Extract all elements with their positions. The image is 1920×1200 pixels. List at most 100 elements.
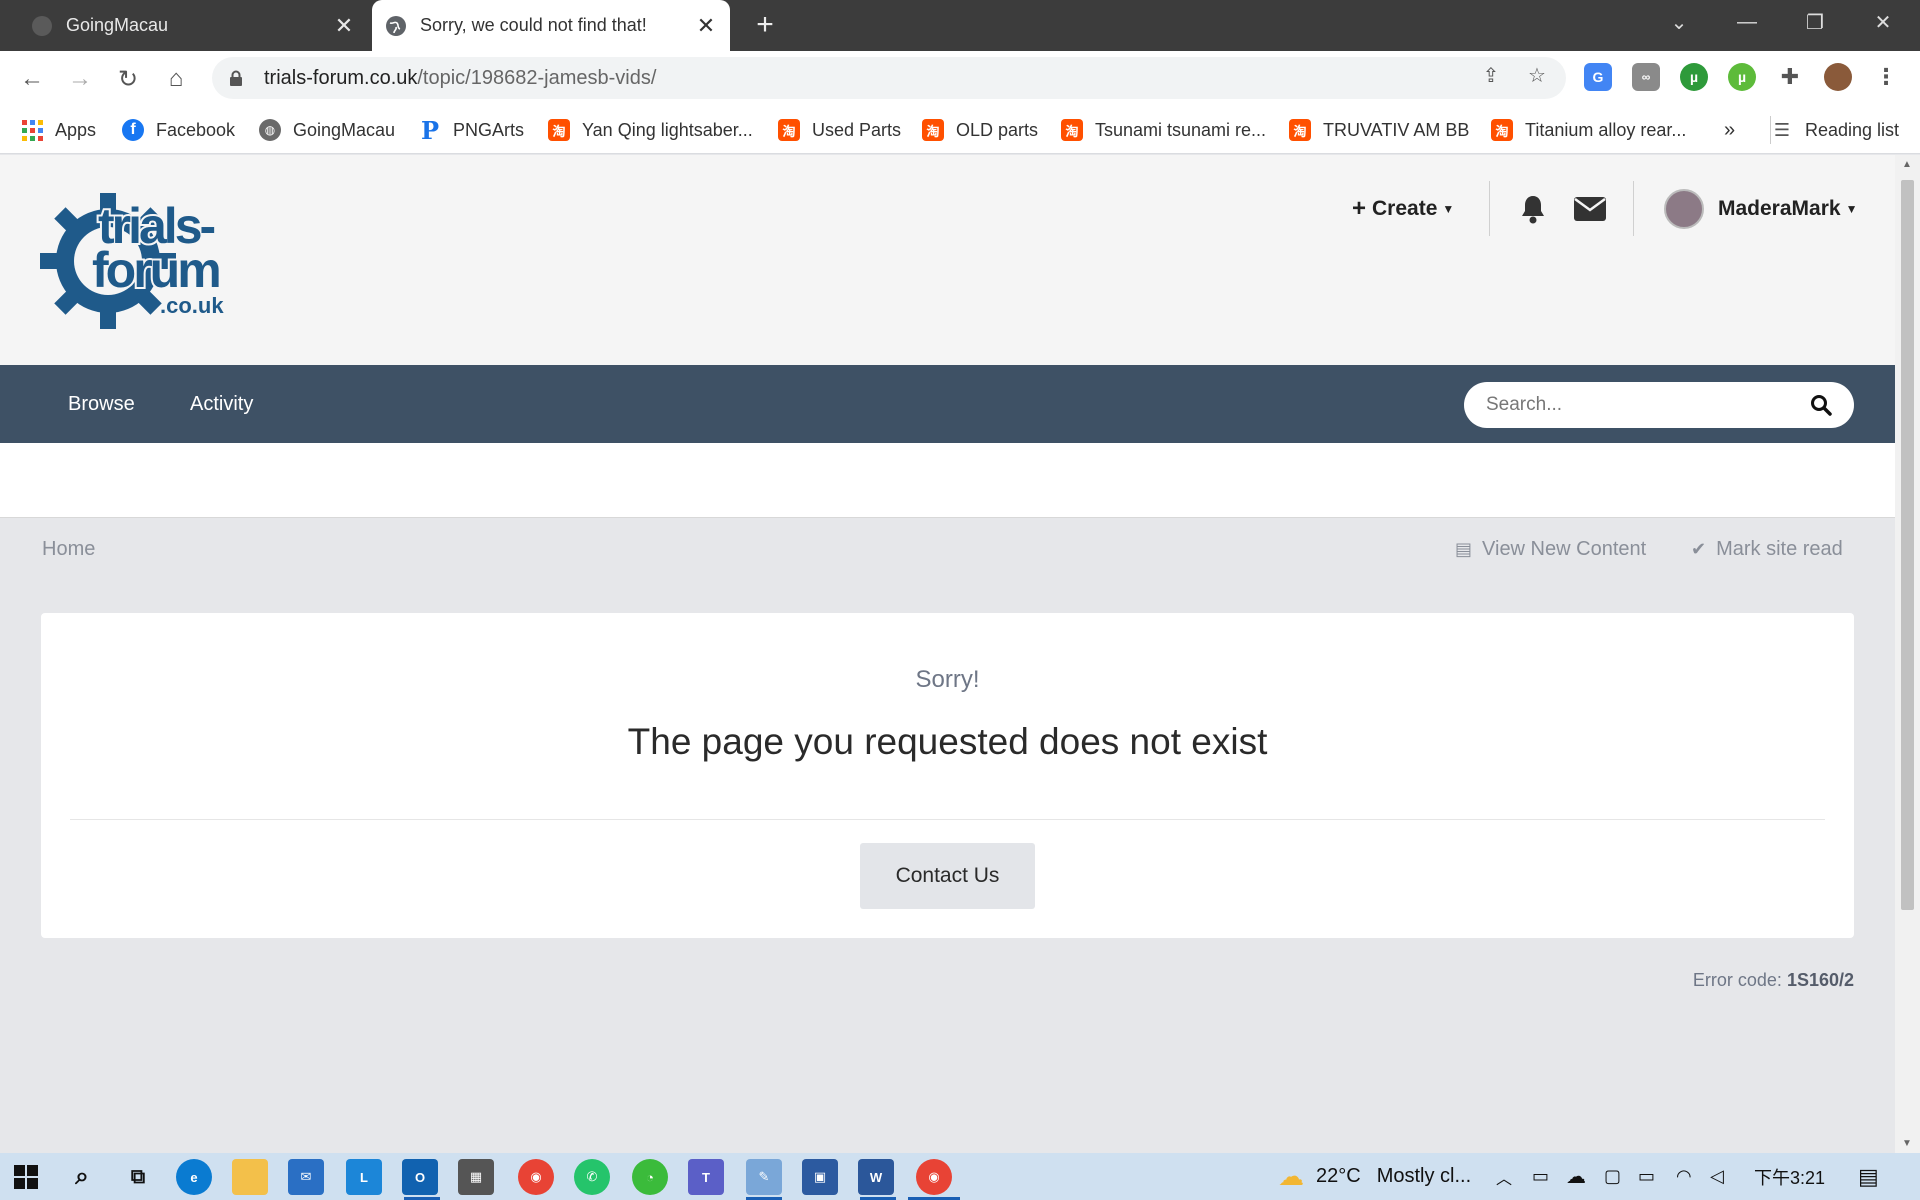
tab-title: Sorry, we could not find that! (420, 15, 647, 35)
logo-text-domain: .co.uk (160, 293, 224, 318)
bookmark-label: Titanium alloy rear... (1525, 119, 1687, 140)
caret-down-icon: ▼ (1442, 202, 1455, 216)
view-new-content-link[interactable]: ▤ View New Content (1455, 538, 1646, 561)
close-window-button[interactable]: ✕ (1856, 0, 1910, 44)
windows-start-icon[interactable] (8, 1159, 44, 1195)
volume-icon[interactable]: ◁ (1710, 1153, 1724, 1200)
breadcrumb-home[interactable]: Home (42, 538, 95, 561)
utorrent-extension-icon[interactable]: µ (1680, 63, 1708, 91)
bookmark-truvativ[interactable]: 淘 TRUVATIV AM BB (1289, 116, 1469, 144)
new-tab-button[interactable]: + (748, 8, 782, 42)
notifications-bell-icon[interactable] (1519, 189, 1547, 229)
site-logo[interactable]: trials- forum .co.uk (40, 193, 250, 329)
photos-icon[interactable]: ▣ (802, 1159, 838, 1195)
address-bar[interactable]: trials-forum.co.uk/topic/198682-jamesb-v… (212, 57, 1566, 99)
back-button[interactable]: ← (12, 59, 52, 99)
user-avatar (1664, 189, 1704, 229)
bookmark-label: Tsunami tsunami re... (1095, 119, 1267, 140)
weather-widget[interactable]: ☁ 22°C Mostly cl... (1278, 1153, 1471, 1200)
weather-temp: 22°C (1316, 1165, 1361, 1187)
bookmark-apps[interactable]: Apps (22, 116, 96, 144)
utorrent-web-extension-icon[interactable]: µ (1728, 63, 1756, 91)
edge-icon[interactable]: e (176, 1159, 212, 1195)
scroll-up-arrow-icon[interactable]: ▲ (1900, 159, 1914, 170)
messages-envelope-icon[interactable] (1574, 189, 1606, 229)
page-scrollbar[interactable]: ▲ ▼ (1895, 155, 1920, 1153)
user-menu-button[interactable]: MaderaMark ▼ (1664, 189, 1857, 229)
restore-button[interactable]: ❐ (1788, 0, 1842, 44)
bookmark-titanium[interactable]: 淘 Titanium alloy rear... (1491, 116, 1686, 144)
task-view-icon[interactable]: ⧉ (120, 1159, 156, 1195)
header-divider (1489, 181, 1490, 236)
lock-icon[interactable] (228, 69, 244, 87)
bookmark-old-parts[interactable]: 淘 OLD parts (922, 116, 1038, 144)
bookmark-label: Apps (55, 119, 97, 140)
search-input[interactable]: Search... (1464, 382, 1854, 428)
bookmark-used-parts[interactable]: 淘 Used Parts (778, 116, 901, 144)
error-code-value: 1S160/2 (1786, 970, 1854, 990)
tab-sorry[interactable]: Sorry, we could not find that! ✕ (372, 0, 730, 51)
word-icon[interactable]: W (858, 1159, 894, 1195)
bookmark-star-icon[interactable]: ☆ (1524, 62, 1550, 88)
minimize-button[interactable]: — (1720, 0, 1774, 44)
nav-activity[interactable]: Activity (190, 365, 253, 443)
profile-avatar[interactable] (1824, 63, 1852, 91)
chrome-active-icon[interactable]: ◉ (916, 1159, 952, 1195)
url-path: /topic/198682-jamesb-vids/ (417, 66, 657, 89)
whatsapp-icon[interactable]: ✆ (574, 1159, 610, 1195)
close-tab-icon[interactable]: ✕ (330, 12, 358, 40)
search-icon[interactable]: ⌕ (64, 1159, 100, 1195)
onedrive-cloud-icon[interactable]: ☁ (1566, 1153, 1586, 1200)
calculator-icon[interactable]: ▦ (458, 1159, 494, 1195)
view-new-content-label: View New Content (1482, 538, 1647, 560)
meet-now-icon[interactable]: ▭ (1532, 1153, 1549, 1200)
wechat-icon[interactable]: ◔ (632, 1159, 668, 1195)
bookmark-pngarts[interactable]: P PNGArts (419, 116, 524, 145)
mark-site-read-link[interactable]: ✔ Mark site read (1691, 538, 1843, 561)
forward-button[interactable]: → (60, 59, 100, 99)
extensions-puzzle-icon[interactable]: ✚ (1776, 63, 1804, 91)
file-explorer-icon[interactable] (232, 1159, 268, 1195)
mail-icon[interactable]: ✉ (288, 1159, 324, 1195)
bookmark-goingmacau[interactable]: ◍ GoingMacau (259, 116, 395, 144)
app-l-icon[interactable]: L (346, 1159, 382, 1195)
reading-list-button[interactable]: ☰ Reading list (1771, 116, 1899, 144)
google-translate-extension-icon[interactable]: G (1584, 63, 1612, 91)
bookmark-label: Used Parts (812, 119, 902, 140)
taobao-icon: 淘 (778, 119, 800, 141)
bookmark-yan-qing[interactable]: 淘 Yan Qing lightsaber... (548, 116, 753, 144)
apps-grid-icon (22, 119, 43, 141)
screen-icon[interactable]: ▢ (1604, 1153, 1621, 1200)
chrome-icon[interactable]: ◉ (518, 1159, 554, 1195)
scrollbar-thumb[interactable] (1901, 180, 1914, 910)
search-icon[interactable] (1810, 394, 1832, 416)
battery-icon[interactable]: ▭ (1638, 1153, 1655, 1200)
bookmark-label: Facebook (156, 119, 236, 140)
reload-button[interactable]: ↻ (108, 59, 148, 99)
bookmarks-overflow-button[interactable]: » (1724, 116, 1735, 144)
close-tab-icon[interactable]: ✕ (692, 12, 720, 40)
wifi-icon[interactable]: ◠ (1676, 1153, 1692, 1200)
show-hidden-icons-icon[interactable]: ︿ (1496, 1153, 1512, 1200)
share-icon[interactable]: ⇪ (1478, 62, 1504, 88)
paint-icon[interactable]: ✎ (746, 1159, 782, 1195)
bookmark-tsunami[interactable]: 淘 Tsunami tsunami re... (1061, 116, 1266, 144)
taobao-icon: 淘 (1491, 119, 1513, 141)
scroll-down-arrow-icon[interactable]: ▼ (1900, 1138, 1914, 1149)
chrome-menu-icon[interactable]: ⋮ (1872, 63, 1900, 91)
tab-search-icon[interactable]: ⌄ (1652, 0, 1706, 44)
error-sorry-heading: Sorry! (915, 666, 980, 693)
contact-us-button[interactable]: Contact Us (860, 843, 1035, 909)
partly-cloudy-icon: ☁ (1278, 1161, 1304, 1191)
bookmarks-bar: Apps f Facebook ◍ GoingMacau P PNGArts 淘… (0, 106, 1920, 154)
outlook-icon[interactable]: O (402, 1159, 438, 1195)
bookmark-facebook[interactable]: f Facebook (122, 116, 235, 144)
home-button[interactable]: ⌂ (156, 59, 196, 99)
tab-goingmacau[interactable]: GoingMacau ✕ (18, 0, 368, 51)
infinity-extension-icon[interactable]: ∞ (1632, 63, 1660, 91)
notification-center-icon[interactable]: ▤ (1858, 1153, 1879, 1200)
nav-browse[interactable]: Browse (68, 365, 135, 443)
teams-icon[interactable]: T (688, 1159, 724, 1195)
clock[interactable]: 下午3:21 (1754, 1153, 1825, 1200)
create-menu-button[interactable]: + Create ▼ (1352, 189, 1454, 229)
